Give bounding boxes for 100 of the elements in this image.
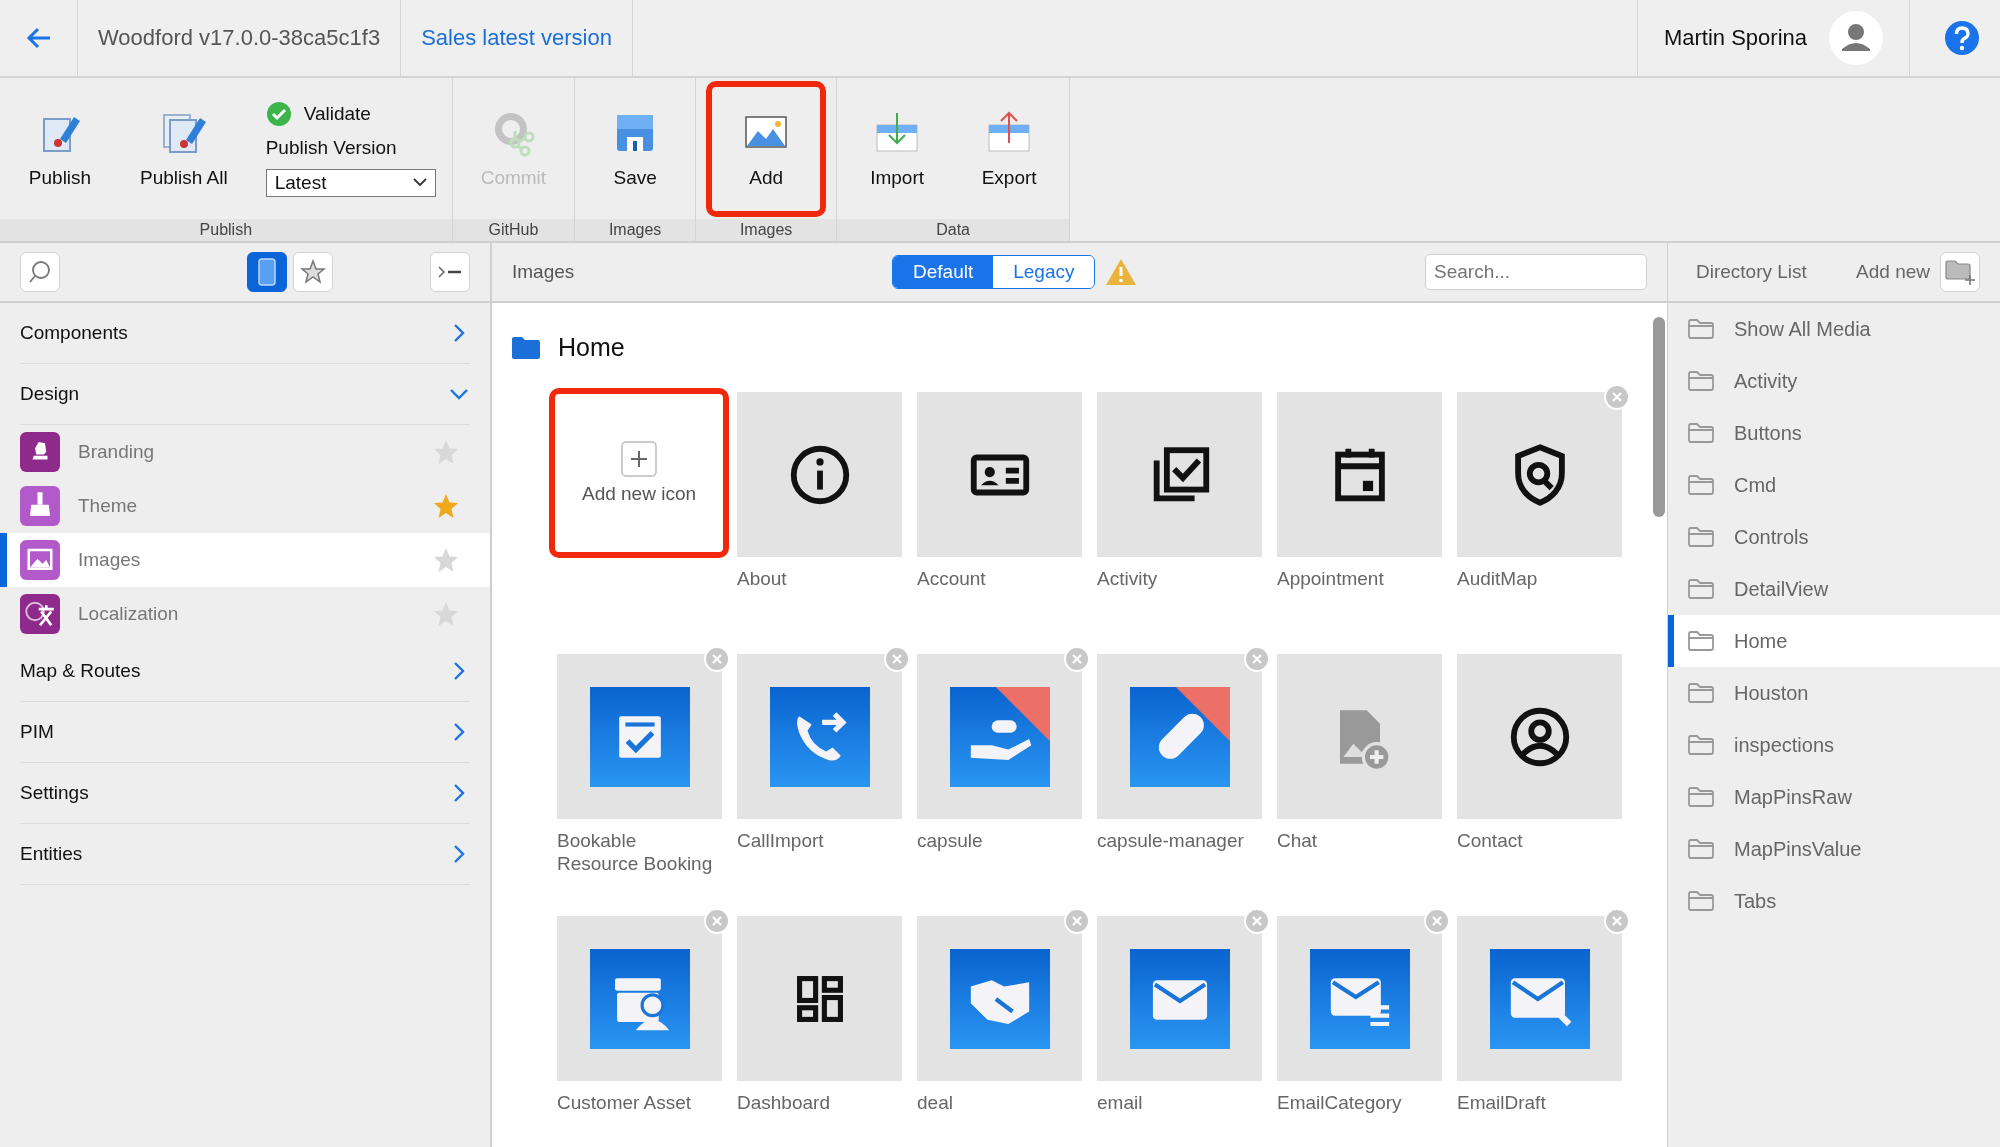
- folder-item[interactable]: MapPinsRaw: [1668, 771, 2000, 823]
- mode-tab[interactable]: Default: [893, 256, 994, 288]
- nav-item[interactable]: Images: [0, 533, 490, 587]
- folder-icon: [1688, 475, 1714, 495]
- help-icon[interactable]: [1944, 20, 1980, 56]
- folder-item[interactable]: MapPinsValue: [1668, 823, 2000, 875]
- folder-item[interactable]: Controls: [1668, 511, 2000, 563]
- toolbar-button[interactable]: Publish: [10, 80, 110, 217]
- image-tile[interactable]: [917, 916, 1082, 1081]
- image-tile[interactable]: [1277, 654, 1442, 819]
- toolbar-button[interactable]: Import: [847, 80, 948, 217]
- group-label: Images: [739, 221, 793, 239]
- image-tile[interactable]: [737, 916, 902, 1081]
- folder-icon: [512, 336, 540, 359]
- image-tile[interactable]: [1457, 654, 1622, 819]
- search-icon: [27, 259, 53, 285]
- image-tile[interactable]: [1457, 916, 1622, 1081]
- folder-icon: [1688, 631, 1714, 651]
- nav-section[interactable]: Components: [20, 303, 470, 364]
- toolbar-button[interactable]: Publish All: [122, 80, 246, 217]
- image-tile[interactable]: [1277, 392, 1442, 557]
- image-name: EmailCategory: [1277, 1091, 1403, 1114]
- user-avatar-icon[interactable]: [1829, 11, 1883, 65]
- group-label: Data: [936, 221, 970, 239]
- star-icon: [299, 258, 327, 286]
- image-name: Chat: [1277, 829, 1319, 852]
- validate-link[interactable]: Validate: [303, 102, 371, 125]
- image-name: Appointment: [1277, 567, 1385, 590]
- nav-section[interactable]: Design: [20, 364, 470, 425]
- image-name: email: [1097, 1091, 1144, 1114]
- favorite-star-icon[interactable]: [432, 492, 460, 520]
- folder-icon: [1688, 371, 1714, 391]
- image-tile[interactable]: [737, 392, 902, 557]
- globe-translate-icon: [20, 594, 60, 634]
- brush-icon: [20, 486, 60, 526]
- nav-section[interactable]: Entities: [20, 824, 470, 885]
- folder-icon: [1688, 527, 1714, 547]
- toolbar-button[interactable]: Export: [959, 80, 1060, 217]
- folder-item[interactable]: Buttons: [1668, 407, 2000, 459]
- phone-view-button[interactable]: [247, 252, 287, 292]
- phone-icon: [257, 257, 277, 287]
- scrollbar-thumb[interactable]: [1653, 317, 1665, 517]
- caret-icon: [412, 178, 427, 187]
- add-icon-tile[interactable]: Add new icon: [549, 388, 729, 558]
- toolbar-button[interactable]: Add: [706, 80, 827, 217]
- image-name: About: [737, 567, 788, 590]
- image-tile[interactable]: [1097, 392, 1262, 557]
- nav-item[interactable]: Localization: [0, 587, 490, 641]
- close-icon: [1611, 391, 1623, 403]
- image-name: deal: [917, 1091, 954, 1114]
- folder-icon: [1688, 319, 1714, 339]
- project-version: Woodford v17.0.0-38ca5c1f3: [98, 25, 381, 51]
- folder-icon: [1688, 423, 1714, 443]
- image-tile[interactable]: [917, 392, 1082, 557]
- nav-section[interactable]: Settings: [20, 763, 470, 824]
- image-tile[interactable]: [1277, 916, 1442, 1081]
- image-icon: [20, 540, 60, 580]
- nav-item[interactable]: Branding: [0, 425, 490, 479]
- group-label: GitHub: [488, 221, 539, 239]
- image-tile[interactable]: [917, 654, 1082, 819]
- image-tile[interactable]: [1097, 654, 1262, 819]
- image-tile[interactable]: [1457, 392, 1622, 557]
- folder-item[interactable]: inspections: [1668, 719, 2000, 771]
- close-icon: [711, 653, 723, 665]
- search-button[interactable]: [20, 252, 60, 292]
- folder-icon: [1688, 891, 1714, 911]
- field-label: Publish Version: [265, 136, 398, 159]
- version-link[interactable]: Sales latest version: [421, 25, 612, 51]
- close-icon: [1431, 915, 1443, 927]
- folder-item[interactable]: Show All Media: [1668, 303, 2000, 355]
- folder-item[interactable]: Houston: [1668, 667, 2000, 719]
- favorites-view-button[interactable]: [293, 252, 333, 292]
- toolbar-button[interactable]: Save: [585, 80, 686, 217]
- image-tile[interactable]: [557, 654, 722, 819]
- folder-icon: [1688, 839, 1714, 859]
- folder-item[interactable]: Tabs: [1668, 875, 2000, 927]
- folder-item[interactable]: Home: [1668, 615, 2000, 667]
- close-icon: [1251, 915, 1263, 927]
- favorite-star-icon[interactable]: [432, 546, 460, 574]
- mode-tab[interactable]: Legacy: [993, 256, 1095, 288]
- image-name: Dashboard: [737, 1091, 831, 1114]
- folder-item[interactable]: Activity: [1668, 355, 2000, 407]
- close-icon: [1071, 653, 1083, 665]
- nav-section[interactable]: Map & Routes: [20, 641, 470, 702]
- image-tile[interactable]: [557, 916, 722, 1081]
- nav-section[interactable]: PIM: [20, 702, 470, 763]
- folder-item[interactable]: DetailView: [1668, 563, 2000, 615]
- version-dropdown[interactable]: Latest: [265, 168, 436, 197]
- image-name: AuditMap: [1457, 567, 1539, 590]
- collapse-panel-button[interactable]: [430, 252, 470, 292]
- image-tile[interactable]: [1097, 916, 1262, 1081]
- nav-item[interactable]: Theme: [0, 479, 490, 533]
- user-name: Martin Sporina: [1663, 25, 1807, 51]
- search-field[interactable]: Search...: [1425, 254, 1647, 290]
- image-name: Customer Asset: [557, 1091, 693, 1114]
- image-name: capsule-manager: [1097, 829, 1245, 852]
- folder-item[interactable]: Cmd: [1668, 459, 2000, 511]
- add-folder-button[interactable]: [1940, 252, 1980, 292]
- image-tile[interactable]: [737, 654, 902, 819]
- image-name: Account: [917, 567, 987, 590]
